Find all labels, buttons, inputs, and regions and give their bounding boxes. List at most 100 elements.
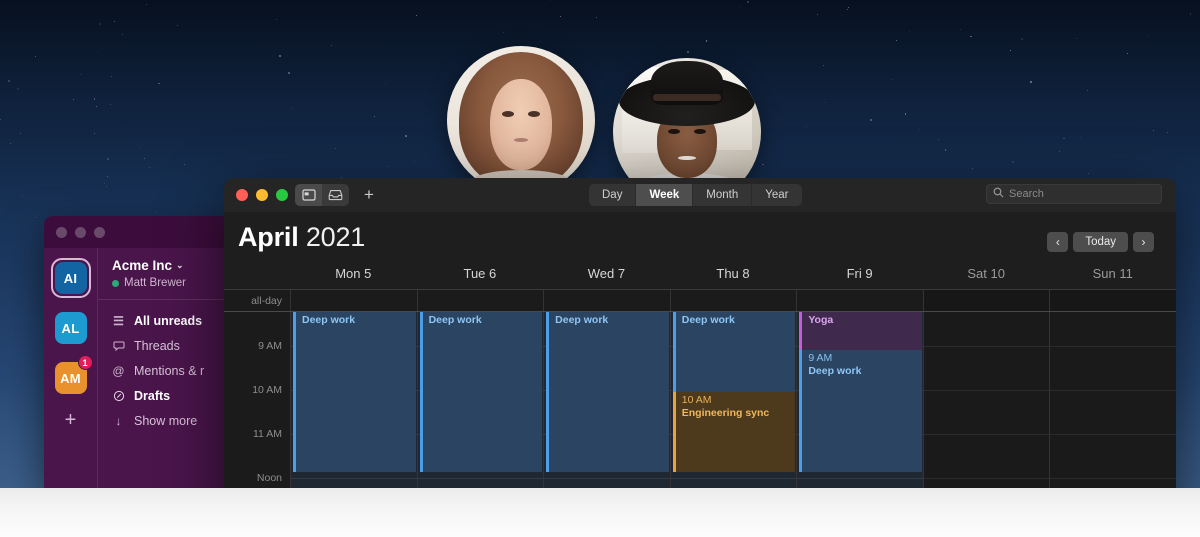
calendar-event[interactable]: Deep work <box>546 312 669 472</box>
view-icon-group <box>295 184 349 206</box>
star <box>377 60 380 62</box>
arrow-down-icon: ↓ <box>115 413 122 428</box>
star <box>1075 37 1078 40</box>
slack-minimize-button[interactable] <box>75 226 86 238</box>
star <box>138 147 140 149</box>
calendar-event[interactable]: Yoga <box>799 312 922 350</box>
page-content-strip <box>0 488 1200 537</box>
all-day-cell[interactable] <box>669 290 797 311</box>
sidebar-item-label: Threads <box>134 338 180 353</box>
search-input[interactable]: Search <box>986 184 1162 204</box>
star <box>373 116 375 118</box>
star <box>1063 137 1065 140</box>
minimize-button[interactable] <box>256 189 268 201</box>
hour-gridline <box>1050 478 1176 479</box>
calendar-event[interactable]: 10 AM Engineering sync <box>672 392 796 472</box>
view-option-year[interactable]: Year <box>752 184 801 206</box>
star <box>111 76 113 78</box>
all-day-cell[interactable] <box>416 290 544 311</box>
hour-gridline <box>923 390 1050 391</box>
star <box>330 44 332 46</box>
star <box>1021 38 1023 40</box>
hour-gridline <box>1050 390 1176 391</box>
star <box>904 113 907 116</box>
today-button[interactable]: Today <box>1073 232 1128 252</box>
inbox-icon[interactable] <box>322 184 349 206</box>
avatar-mouth <box>678 155 696 161</box>
event-title: Deep work <box>681 314 735 326</box>
event-time: 10 AM <box>681 394 712 406</box>
calendar-window[interactable]: + Day Week Month Year Search April 2021 … <box>224 178 1176 529</box>
star <box>595 17 597 18</box>
view-option-month[interactable]: Month <box>693 184 753 206</box>
star <box>109 103 112 105</box>
previous-week-button[interactable]: ‹ <box>1047 232 1069 252</box>
calendar-header: April 2021 ‹ Today › <box>224 212 1176 266</box>
hour-gridline <box>670 478 797 479</box>
event-title: Deep work <box>555 314 609 326</box>
star <box>107 158 110 161</box>
thread-bubble-icon <box>112 340 125 352</box>
calendar-event[interactable]: Deep work <box>293 312 416 472</box>
day-header-mon-5[interactable]: Mon 5 <box>290 266 417 289</box>
avatar-hat-band <box>652 93 722 101</box>
event-title: Yoga <box>808 314 834 326</box>
workspace-name-label: Acme Inc <box>112 258 173 273</box>
close-button[interactable] <box>236 189 248 201</box>
star <box>503 32 505 34</box>
view-option-day[interactable]: Day <box>589 184 637 206</box>
calendar-event[interactable]: Deep work <box>419 312 543 472</box>
star <box>34 217 36 219</box>
next-week-button[interactable]: › <box>1133 232 1154 252</box>
star <box>176 24 178 26</box>
star <box>1087 172 1090 175</box>
chevron-down-icon: ⌄ <box>176 260 184 270</box>
star <box>107 175 109 177</box>
add-workspace-button[interactable]: + <box>65 410 77 430</box>
slack-titlebar[interactable] <box>44 216 249 248</box>
day-header-fri-9[interactable]: Fri 9 <box>796 266 923 289</box>
day-header-thu-8[interactable]: Thu 8 <box>670 266 797 289</box>
day-header-sat-10[interactable]: Sat 10 <box>923 266 1050 289</box>
star <box>99 23 102 25</box>
calendar-view-icon[interactable] <box>295 184 322 206</box>
hour-gridline <box>544 478 670 479</box>
video-avatar-participant-1[interactable] <box>447 46 595 194</box>
day-header-sun-11[interactable]: Sun 11 <box>1049 266 1176 289</box>
star <box>1030 81 1032 83</box>
all-day-cell[interactable] <box>543 290 670 311</box>
current-user-name: Matt Brewer <box>124 277 186 289</box>
star <box>891 79 893 80</box>
workspace-switcher-al[interactable]: AL <box>51 308 91 348</box>
avatar-eye-left <box>501 111 514 118</box>
maximize-button[interactable] <box>276 189 288 201</box>
star <box>1080 136 1082 139</box>
all-day-cell[interactable] <box>290 290 417 311</box>
add-event-button[interactable]: + <box>364 185 374 205</box>
star <box>687 51 690 53</box>
slack-maximize-button[interactable] <box>94 226 105 238</box>
view-option-week[interactable]: Week <box>636 184 694 206</box>
draft-pencil-icon <box>112 390 125 402</box>
star <box>8 80 11 82</box>
workspace-switcher-am[interactable]: AM 1 <box>51 355 93 398</box>
day-header-wed-7[interactable]: Wed 7 <box>543 266 670 289</box>
calendar-event[interactable]: 9 AM Deep work <box>799 350 922 472</box>
day-header-tue-6[interactable]: Tue 6 <box>417 266 544 289</box>
calendar-event[interactable]: Deep work <box>672 312 796 392</box>
slack-close-button[interactable] <box>56 226 67 238</box>
star <box>847 8 849 11</box>
star <box>705 40 708 42</box>
presence-dot-icon <box>112 279 119 287</box>
day-header-row: Mon 5 Tue 6 Wed 7 Thu 8 Fri 9 Sat 10 Sun 11 <box>224 266 1176 290</box>
slack-window[interactable]: AI AL AM 1 + Acme Inc ⌄ Matt Brewer ☰ Al… <box>44 216 249 488</box>
all-day-cell[interactable] <box>796 290 923 311</box>
time-label-10-am: 10 AM <box>252 384 282 396</box>
hour-gridline <box>1050 434 1176 435</box>
star <box>276 19 278 21</box>
star <box>104 183 106 185</box>
date-navigation: ‹ Today › <box>1047 232 1154 252</box>
all-day-cell[interactable] <box>1049 290 1176 311</box>
all-day-cell[interactable] <box>922 290 1050 311</box>
workspace-switcher-ai[interactable]: AI <box>50 258 91 298</box>
